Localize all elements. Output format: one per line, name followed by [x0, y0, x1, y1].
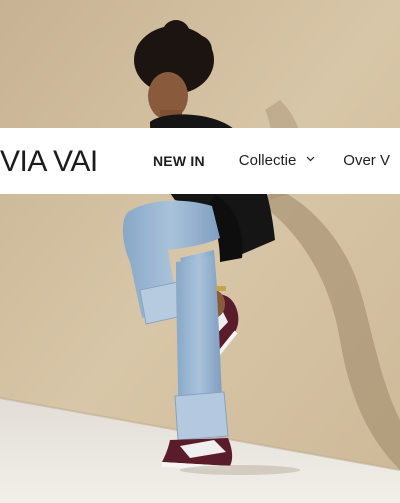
page: VIA VAI NEW IN Collectie Over V [0, 0, 400, 503]
nav-item-collectie-label: Collectie [238, 152, 297, 169]
site-header: VIA VAI NEW IN Collectie Over V [0, 128, 400, 194]
nav-item-collectie[interactable]: Collectie [239, 152, 316, 169]
hero-image [0, 0, 400, 503]
brand-logo[interactable]: VIA VAI [0, 145, 98, 179]
nav-item-new-in[interactable]: NEW IN [153, 153, 205, 169]
chevron-down-icon [306, 156, 315, 162]
nav-item-over[interactable]: Over V [343, 152, 390, 169]
main-nav: NEW IN Collectie Over V [153, 152, 390, 169]
